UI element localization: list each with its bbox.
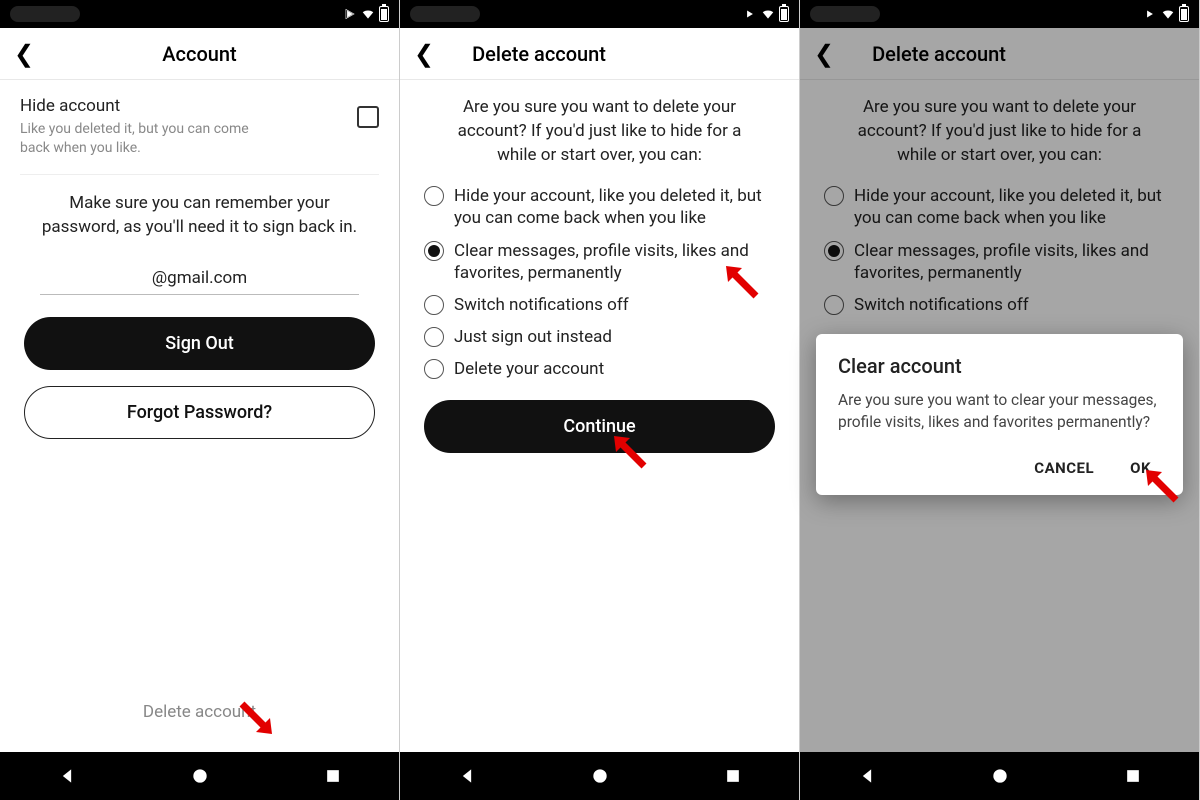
nav-recent-icon[interactable] [723,766,743,786]
header: ❮ Account [0,28,399,80]
back-button[interactable]: ❮ [414,40,434,68]
option-sign-out[interactable]: Just sign out instead [424,326,775,348]
clear-account-dialog: Clear account Are you sure you want to c… [816,334,1183,495]
radio-icon [424,241,444,261]
nav-home-icon[interactable] [590,766,610,786]
password-notice: Make sure you can remember your password… [20,175,379,250]
status-icons [343,6,389,22]
screen-1-account: ❮ Account Hide account Like you deleted … [0,0,400,800]
option-label: Just sign out instead [454,326,612,348]
status-icons [1143,6,1189,22]
nav-back-icon[interactable] [857,766,877,786]
option-hide-account[interactable]: Hide your account, like you deleted it, … [424,185,775,229]
screen-2-delete-account: ❮ Delete account Are you sure you want t… [400,0,800,800]
option-label: Hide your account, like you deleted it, … [454,185,775,229]
delete-prompt: Are you sure you want to delete your acc… [420,96,779,185]
status-bar [400,0,799,28]
radio-icon [424,295,444,315]
cancel-button[interactable]: CANCEL [1030,451,1098,485]
page-title: Account [162,42,236,66]
option-delete-account[interactable]: Delete your account [424,358,775,380]
radio-icon [424,359,444,379]
email-display: @gmail.com [40,268,359,295]
battery-icon [1179,6,1189,22]
back-button[interactable]: ❮ [14,40,34,68]
dialog-title: Clear account [838,354,1161,378]
nav-back-icon[interactable] [57,766,77,786]
screen-3-clear-dialog: ❮ Delete account Are you sure you want t… [800,0,1200,800]
option-notifications-off[interactable]: Switch notifications off [424,294,775,316]
dialog-text: Are you sure you want to clear your mess… [838,390,1161,433]
hide-account-row[interactable]: Hide account Like you deleted it, but yo… [20,96,379,175]
nav-home-icon[interactable] [990,766,1010,786]
page-title: Delete account [472,42,606,66]
battery-icon [379,6,389,22]
hide-account-title: Hide account [20,96,280,116]
nav-recent-icon[interactable] [1123,766,1143,786]
option-label: Switch notifications off [454,294,629,316]
ok-button[interactable]: OK [1126,451,1155,485]
wifi-icon [1161,7,1175,21]
option-clear-messages[interactable]: Clear messages, profile visits, likes an… [424,240,775,284]
network-icon [343,7,357,21]
wifi-icon [361,7,375,21]
dialog-actions: CANCEL OK [838,451,1161,485]
nav-back-icon[interactable] [457,766,477,786]
forgot-password-button[interactable]: Forgot Password? [24,386,375,439]
wifi-icon [761,7,775,21]
content: Are you sure you want to delete your acc… [400,80,799,752]
status-pill [10,6,80,22]
network-icon [1143,7,1157,21]
radio-icon [424,327,444,347]
content: Hide account Like you deleted it, but yo… [0,80,399,752]
nav-bar [800,752,1199,800]
status-pill [410,6,480,22]
nav-bar [0,752,399,800]
hide-account-subtitle: Like you deleted it, but you can come ba… [20,120,280,158]
status-icons [743,6,789,22]
sign-out-button[interactable]: Sign Out [24,317,375,370]
status-bar [800,0,1199,28]
option-label: Clear messages, profile visits, likes an… [454,240,775,284]
radio-icon [424,186,444,206]
continue-button[interactable]: Continue [424,400,775,453]
delete-account-link[interactable]: Delete account [0,702,399,722]
nav-recent-icon[interactable] [323,766,343,786]
status-pill [810,6,880,22]
network-icon [743,7,757,21]
battery-icon [779,6,789,22]
nav-bar [400,752,799,800]
options-list: Hide your account, like you deleted it, … [420,185,779,400]
header: ❮ Delete account [400,28,799,80]
option-label: Delete your account [454,358,604,380]
nav-home-icon[interactable] [190,766,210,786]
hide-account-checkbox[interactable] [357,106,379,128]
status-bar [0,0,399,28]
